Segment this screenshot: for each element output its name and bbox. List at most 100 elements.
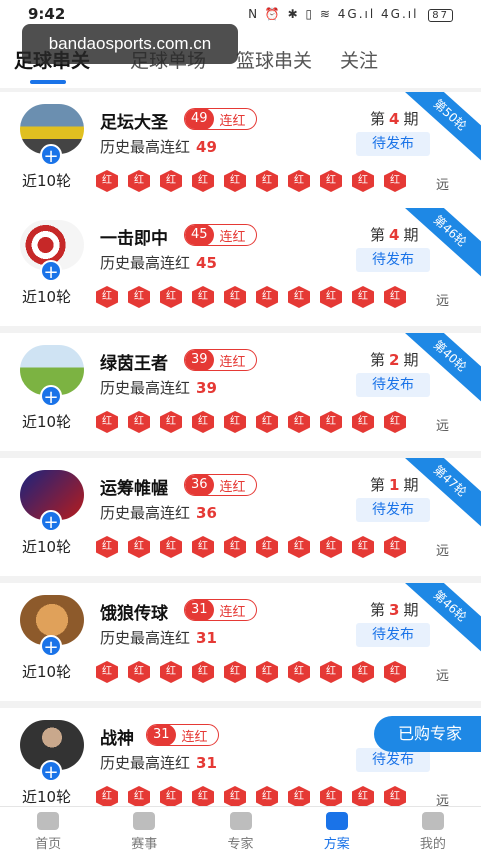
- trophy-icon: [133, 811, 156, 830]
- status-time: 9:42: [28, 5, 66, 23]
- win-mark: 红: [96, 411, 118, 433]
- win-mark: 红: [384, 536, 406, 558]
- expert-name: 绿茵王者: [100, 354, 168, 374]
- round-prefix: 第: [370, 226, 386, 244]
- win-mark: 红: [256, 536, 278, 558]
- streak-badge: 45 连红: [184, 224, 257, 246]
- win-mark: 红: [96, 536, 118, 558]
- win-mark: 红: [160, 786, 182, 808]
- win-mark: 红: [256, 286, 278, 308]
- expert-card[interactable]: + 足坛大圣 49 连红 历史最高连红 49 第4期 待发布 第50轮 近10轮 …: [0, 92, 481, 210]
- win-mark: 红: [192, 661, 214, 683]
- tab-follow[interactable]: 关注: [340, 46, 378, 73]
- win-mark: 红: [128, 411, 150, 433]
- round-number: 3: [389, 601, 400, 619]
- streak-label: 连红: [219, 479, 246, 495]
- pending-status: 待发布: [356, 373, 430, 397]
- win-mark: 红: [128, 661, 150, 683]
- win-mark: 红: [320, 536, 342, 558]
- round-prefix: 第: [370, 110, 386, 128]
- win-mark: 红: [288, 411, 310, 433]
- watermark: bandaosports.com.cn: [22, 24, 238, 64]
- tabbar-experts[interactable]: 专家: [192, 807, 288, 856]
- win-mark: 红: [192, 536, 214, 558]
- round-prefix: 第: [370, 476, 386, 494]
- recent-marks: 红红红红红红红红红红: [96, 786, 406, 808]
- recent-label: 近10轮: [22, 172, 72, 190]
- win-mark: 红: [160, 170, 182, 192]
- win-mark: 红: [288, 661, 310, 683]
- follow-add-icon[interactable]: +: [40, 260, 62, 283]
- round-ribbon: 第50轮: [392, 92, 481, 169]
- streak-badge: 39 连红: [184, 349, 257, 371]
- tabbar-plans-label: 方案: [323, 836, 350, 852]
- tab-basketball-parlay[interactable]: 篮球串关: [236, 46, 312, 73]
- win-mark: 红: [224, 786, 246, 808]
- win-mark: 红: [192, 786, 214, 808]
- round-prefix: 第: [370, 601, 386, 619]
- round-ribbon: 第40轮: [392, 333, 481, 410]
- recent-marks: 红红红红红红红红红红: [96, 536, 406, 558]
- streak-count: 45: [185, 225, 214, 245]
- win-mark: 红: [320, 411, 342, 433]
- follow-add-icon[interactable]: +: [40, 385, 62, 408]
- win-mark: 红: [256, 786, 278, 808]
- follow-add-icon[interactable]: +: [40, 144, 62, 167]
- streak-count: 39: [185, 350, 214, 370]
- recent-label: 近10轮: [22, 788, 72, 806]
- round-suffix: 期: [403, 476, 419, 494]
- far-label: 远: [436, 419, 450, 434]
- history-value: 49: [196, 138, 217, 156]
- win-mark: 红: [352, 661, 374, 683]
- streak-count: 36: [185, 475, 214, 495]
- streak-badge: 49 连红: [184, 108, 257, 130]
- round-suffix: 期: [403, 226, 419, 244]
- win-mark: 红: [320, 786, 342, 808]
- tabbar-matches-label: 赛事: [131, 836, 158, 852]
- win-mark: 红: [320, 661, 342, 683]
- round-ribbon: 第46轮: [392, 208, 481, 285]
- tabbar-plans[interactable]: 方案: [289, 807, 385, 856]
- buy-expert-button[interactable]: 已购专家: [374, 716, 481, 752]
- signal-icons: N ⏰ ✱ ▯ ≋ 4G.ıl 4G.ıl: [248, 6, 419, 21]
- streak-count: 49: [185, 109, 214, 129]
- win-mark: 红: [128, 170, 150, 192]
- tabbar-matches[interactable]: 赛事: [96, 807, 192, 856]
- win-mark: 红: [352, 170, 374, 192]
- history-best: 历史最高连红 39: [100, 377, 217, 398]
- win-mark: 红: [256, 411, 278, 433]
- history-value: 31: [196, 629, 217, 647]
- follow-add-icon[interactable]: +: [40, 510, 62, 533]
- tabbar-home[interactable]: 首页: [0, 807, 96, 856]
- expert-name: 运筹帷幄: [100, 479, 168, 499]
- follow-add-icon[interactable]: +: [40, 635, 62, 658]
- streak-label: 连红: [181, 729, 208, 745]
- win-mark: 红: [384, 286, 406, 308]
- user-icon: [421, 811, 444, 830]
- win-mark: 红: [224, 170, 246, 192]
- round-suffix: 期: [403, 351, 419, 369]
- far-label: 远: [436, 544, 450, 559]
- recent-marks: 红红红红红红红红红红: [96, 286, 406, 308]
- win-mark: 红: [288, 286, 310, 308]
- expert-card[interactable]: + 运筹帷幄 36 连红 历史最高连红 36 第1期 待发布 第47轮 近10轮 …: [0, 458, 481, 576]
- expert-card[interactable]: + 绿茵王者 39 连红 历史最高连红 39 第2期 待发布 第40轮 近10轮 …: [0, 333, 481, 451]
- follow-add-icon[interactable]: +: [40, 760, 62, 783]
- recent-marks: 红红红红红红红红红红: [96, 170, 406, 192]
- expert-card[interactable]: + 饿狼传球 31 连红 历史最高连红 31 第3期 待发布 第46轮 近10轮 …: [0, 583, 481, 701]
- win-mark: 红: [384, 661, 406, 683]
- round-number: 4: [389, 110, 400, 128]
- pending-status: 待发布: [356, 248, 430, 272]
- expert-name: 一击即中: [100, 229, 168, 249]
- far-label: 远: [436, 178, 450, 193]
- win-mark: 红: [288, 170, 310, 192]
- tabbar-mine[interactable]: 我的: [385, 807, 481, 856]
- round-suffix: 期: [403, 601, 419, 619]
- win-mark: 红: [128, 786, 150, 808]
- win-mark: 红: [288, 536, 310, 558]
- expert-card[interactable]: + 一击即中 45 连红 历史最高连红 45 第4期 待发布 第46轮 近10轮 …: [0, 208, 481, 326]
- pending-status: 待发布: [356, 132, 430, 156]
- win-mark: 红: [96, 661, 118, 683]
- win-mark: 红: [160, 411, 182, 433]
- round-ribbon: 第46轮: [392, 583, 481, 660]
